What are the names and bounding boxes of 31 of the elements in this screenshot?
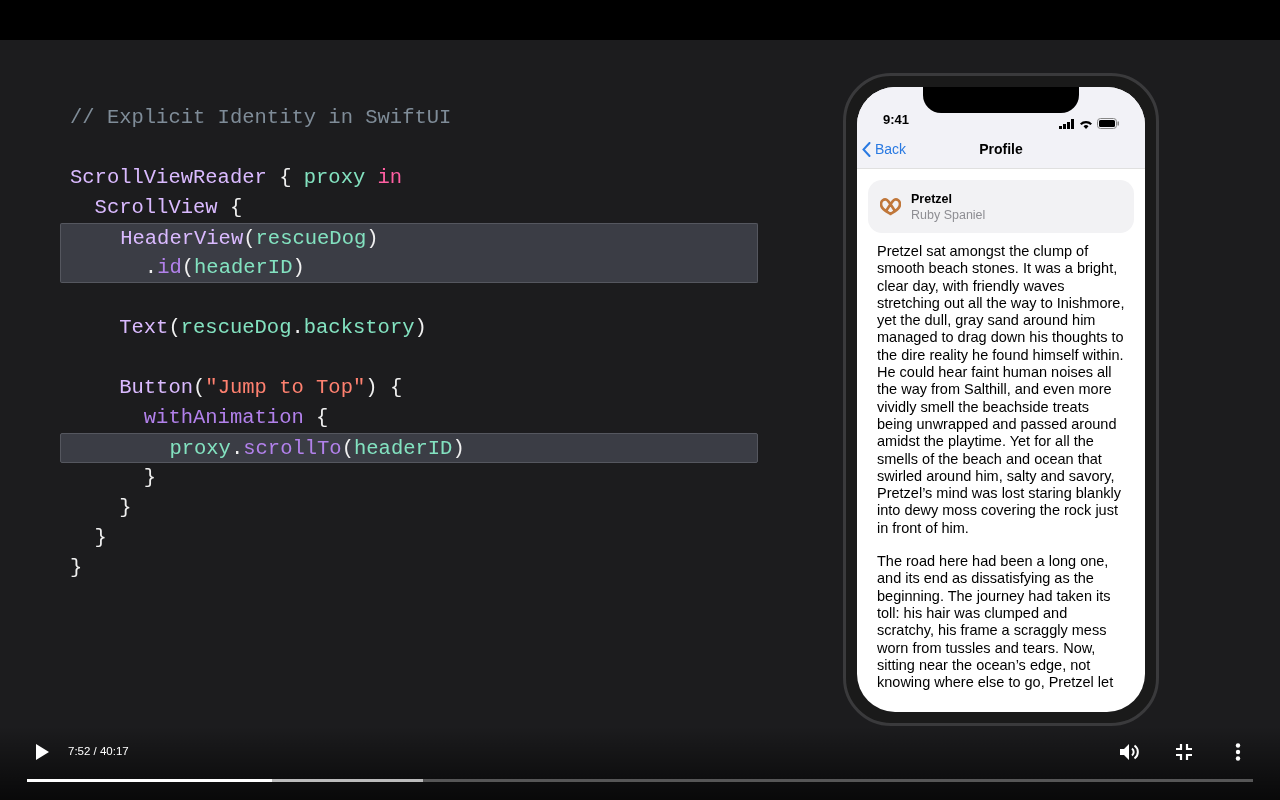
code-line: Button("Jump to Top") { [118, 376, 403, 399]
progress-track[interactable] [27, 779, 1253, 782]
code-line: } [118, 496, 132, 519]
status-time: 9:41 [883, 110, 910, 129]
code-line: } [142, 466, 157, 489]
code-line: HeaderView(rescueDog) [119, 227, 379, 250]
wifi-icon [1079, 118, 1093, 129]
exit-fullscreen-icon [1176, 744, 1192, 760]
story-paragraph: Pretzel sat amongst the clump of smooth beach stones. It was a bright, clear day, with friendly waves stretching out all the way to Inishmore, yet the dull, gray sand around him managed to drag down his thoughts to the dire reality he found himself within. He could hear faint human noises all the way from Salthill, and even more vividly smell the beachside treats being unwrapped and passed around amidst the playtime. Yet for all the smells of the beach and ocean that swirled around him, salty and savory, Pretzel’s mind was lost staring blankly into dewy moss covering the rock just in front of him. [877, 243, 1125, 538]
play-icon [35, 744, 49, 760]
nav-title: Profile [979, 140, 1023, 159]
story-paragraph: The road here had been a long one, and its end as dissatisfying as the beginning. The journey had taken its toll: his hair was clumped and scratchy, his frame a scraggly mess worn from tussles and tears. Now, sitting near the ocean’s edge, not knowing where else to go, Pretzel let [877, 553, 1115, 692]
code-line: Text(rescueDog.backstory) [118, 316, 427, 339]
code-line: ScrollViewReader { proxy in [70, 166, 403, 189]
dog-breed: Ruby Spaniel [911, 206, 986, 223]
code-line: proxy.scrollTo(headerID) [168, 437, 465, 460]
more-icon [1235, 743, 1241, 761]
back-button[interactable]: Back [862, 139, 907, 160]
pretzel-icon [880, 197, 901, 216]
battery-icon [1097, 118, 1119, 129]
code-line: } [93, 526, 107, 549]
dog-name: Pretzel [911, 190, 953, 207]
chevron-left-icon [862, 142, 871, 157]
playback-time: 7:52 / 40:17 [68, 744, 129, 760]
code-line: ScrollView { [93, 196, 243, 219]
code-comment: // Explicit Identity in SwiftUI [70, 106, 452, 129]
signal-icon [1059, 118, 1075, 129]
code-line: .id(headerID) [143, 256, 305, 279]
speaker-icon [1119, 742, 1141, 762]
code-line: } [70, 556, 83, 579]
code-line: withAnimation { [142, 406, 329, 429]
